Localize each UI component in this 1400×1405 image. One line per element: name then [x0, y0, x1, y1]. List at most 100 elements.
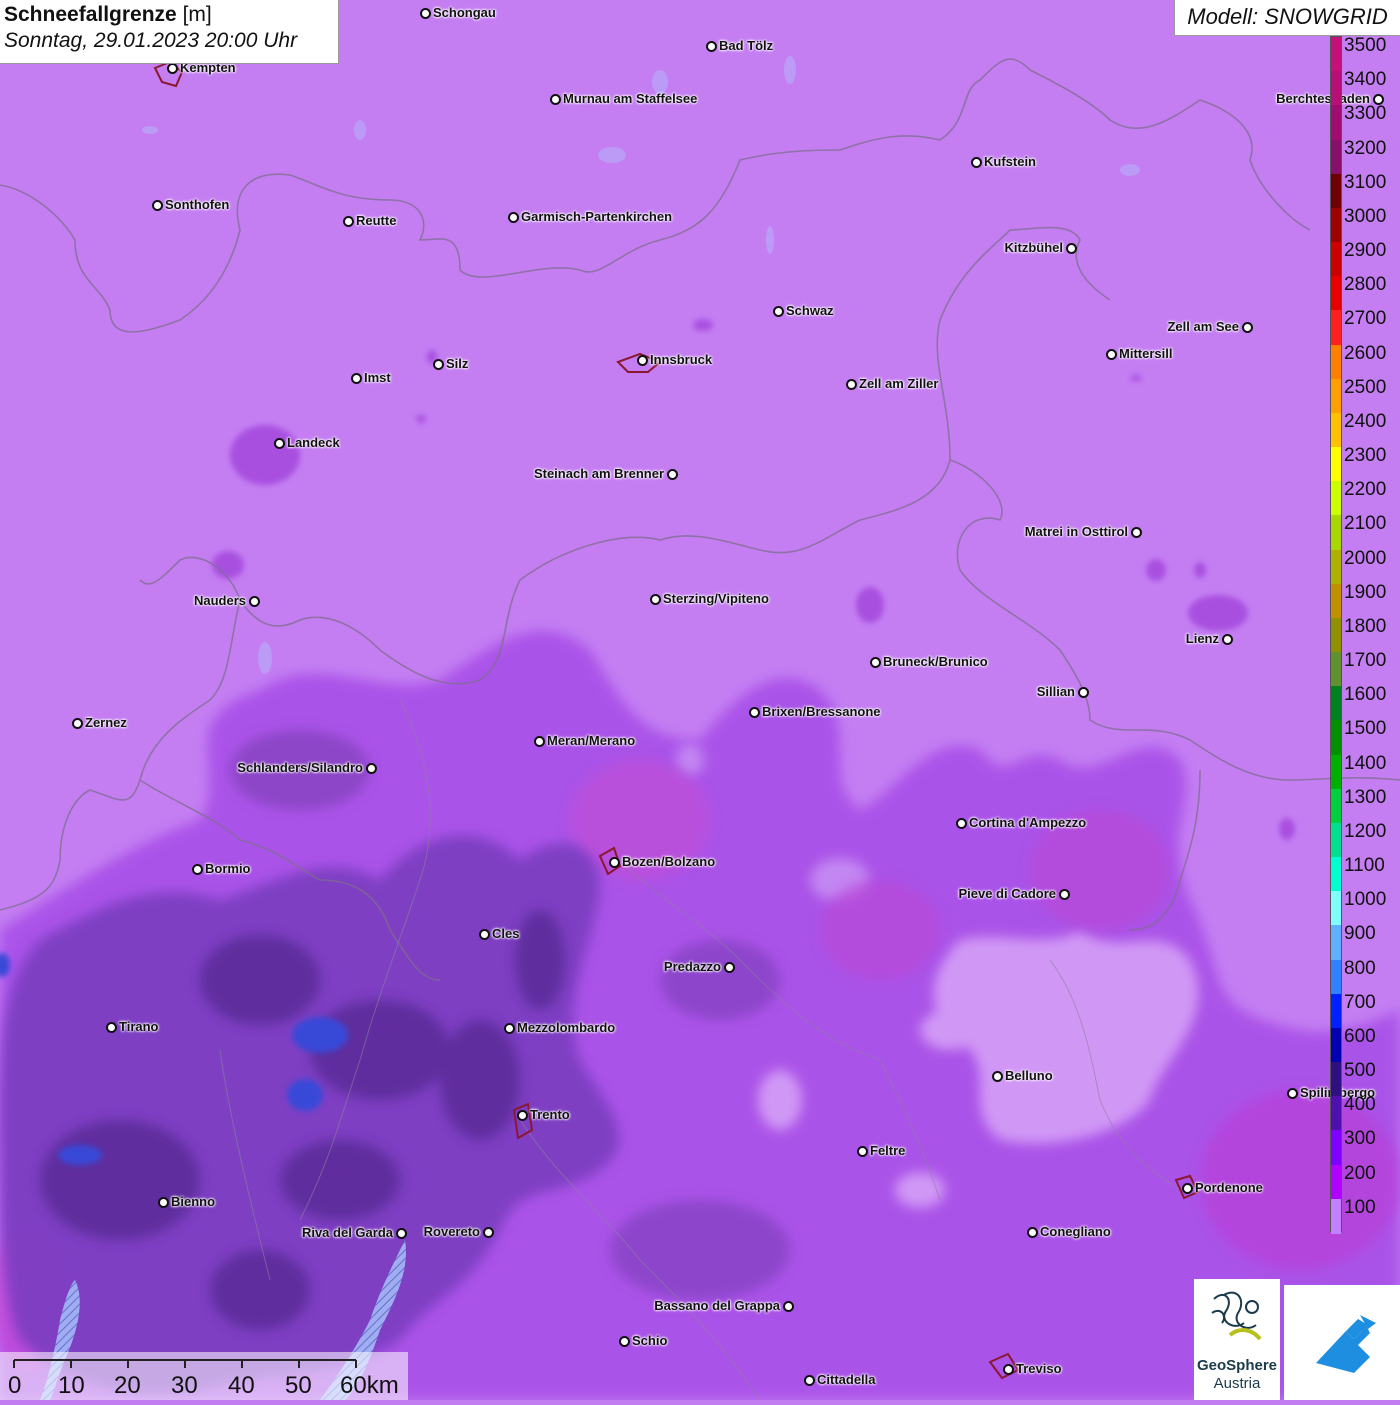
map-datetime: Sonntag, 29.01.2023 20:00 Uhr — [4, 29, 298, 52]
city-dot — [956, 818, 967, 829]
city-dot — [167, 63, 178, 74]
legend-label: 1700 — [1344, 650, 1387, 672]
scale-tick-label: 0 — [8, 1372, 22, 1399]
legend-label: 3500 — [1344, 35, 1387, 56]
legend-swatch — [1331, 720, 1341, 756]
city-dot — [637, 355, 648, 366]
map-title: Schneefallgrenze [m] — [4, 3, 334, 27]
legend-swatch — [1331, 857, 1341, 893]
legend-label: 600 — [1344, 1025, 1376, 1047]
legend-label: 700 — [1344, 991, 1376, 1013]
city-dot — [609, 857, 620, 868]
legend-swatch — [1331, 310, 1341, 346]
legend-swatch — [1331, 1096, 1341, 1132]
geosphere-name: GeoSphere — [1196, 1357, 1278, 1374]
city-label: Sonthofen — [165, 197, 230, 212]
city-label: Murnau am Staffelsee — [563, 91, 698, 106]
city-dot — [749, 707, 760, 718]
legend-label: 1600 — [1344, 684, 1387, 706]
legend-swatch — [1331, 481, 1341, 517]
city-label: Garmisch-Partenkirchen — [521, 209, 673, 224]
color-legend — [1330, 36, 1342, 1234]
city-dot — [619, 1336, 630, 1347]
legend-swatch — [1331, 583, 1341, 619]
city-label: Innsbruck — [650, 352, 713, 367]
city-dot — [343, 216, 354, 227]
city-dot — [804, 1375, 815, 1386]
city-label: Zernez — [85, 715, 127, 730]
legend-label: 1900 — [1344, 581, 1387, 603]
city-dot — [274, 438, 285, 449]
city-dot — [420, 8, 431, 19]
city-label: Kufstein — [984, 154, 1036, 169]
city-label: Bozen/Bolzano — [622, 854, 716, 869]
legend-swatch — [1331, 652, 1341, 688]
city-label: Meran/Merano — [547, 733, 636, 748]
scale-tick-label: 10 — [58, 1372, 85, 1399]
legend-swatch — [1331, 105, 1341, 141]
model-label: Modell: SNOWGRID — [1174, 0, 1400, 36]
city-dot — [857, 1146, 868, 1157]
geosphere-sub: Austria — [1213, 1375, 1261, 1392]
city-label: Schwaz — [786, 303, 834, 318]
legend-label: 1800 — [1344, 615, 1387, 637]
city-dot — [1066, 243, 1077, 254]
city-dot — [1078, 687, 1089, 698]
legend-label: 1100 — [1344, 855, 1385, 877]
mountain-snow-icon — [1316, 1315, 1376, 1373]
city-dot — [366, 763, 377, 774]
city-label: Matrei in Osttirol — [1024, 524, 1128, 539]
variable-unit: [m] — [182, 3, 212, 26]
city-label: Mittersill — [1119, 346, 1173, 361]
city-label: Belluno — [1005, 1068, 1053, 1083]
legend-label: 3400 — [1344, 69, 1387, 91]
legend-label: 2300 — [1344, 445, 1387, 467]
city-dot — [1242, 322, 1253, 333]
city-dot — [504, 1023, 515, 1034]
city-label: Lienz — [1185, 631, 1219, 646]
city-label: Nauders — [193, 593, 246, 608]
city-label: Bad Tölz — [719, 38, 774, 53]
legend-swatch — [1331, 891, 1341, 927]
city-label: Conegliano — [1040, 1224, 1111, 1239]
legend-swatch — [1331, 378, 1341, 414]
city-dot — [479, 929, 490, 940]
city-dot — [72, 718, 83, 729]
city-dot — [724, 962, 735, 973]
legend-label: 2900 — [1344, 240, 1387, 262]
city-label: Mezzolombardo — [517, 1020, 616, 1035]
city-label: Tirano — [119, 1019, 159, 1034]
legend-swatch — [1331, 959, 1341, 995]
city-dot — [971, 157, 982, 168]
city-dot — [667, 469, 678, 480]
city-dot — [534, 736, 545, 747]
legend-label: 900 — [1344, 923, 1376, 945]
legend-swatch — [1331, 1198, 1341, 1234]
city-label: Zell am See — [1167, 319, 1239, 334]
legend-label: 1400 — [1344, 752, 1387, 774]
city-label: Rovereto — [423, 1224, 480, 1239]
legend-label: 2700 — [1344, 308, 1387, 330]
geosphere-logo: GeoSphere Austria — [1194, 1279, 1280, 1400]
city-label: Silz — [446, 356, 469, 371]
legend-label: 1200 — [1344, 820, 1387, 842]
city-label: Bassano del Grappa — [654, 1298, 780, 1313]
legend-swatch — [1331, 447, 1341, 483]
legend-swatch — [1331, 1130, 1341, 1166]
city-dot — [158, 1197, 169, 1208]
legend-label: 3100 — [1344, 171, 1387, 193]
city-label: Feltre — [870, 1143, 906, 1158]
city-label: Kitzbühel — [1004, 240, 1064, 255]
scale-tick-label: 40 — [228, 1372, 255, 1399]
city-dot — [1182, 1183, 1193, 1194]
legend-swatch — [1331, 993, 1341, 1029]
city-label: Riva del Garda — [301, 1225, 393, 1240]
city-dot — [773, 306, 784, 317]
city-dot — [106, 1022, 117, 1033]
city-dot — [1131, 527, 1142, 538]
city-dot — [508, 212, 519, 223]
legend-swatch — [1331, 71, 1341, 107]
legend-label: 2500 — [1344, 376, 1387, 398]
legend-swatch — [1331, 1027, 1341, 1063]
city-dot — [1106, 349, 1117, 360]
